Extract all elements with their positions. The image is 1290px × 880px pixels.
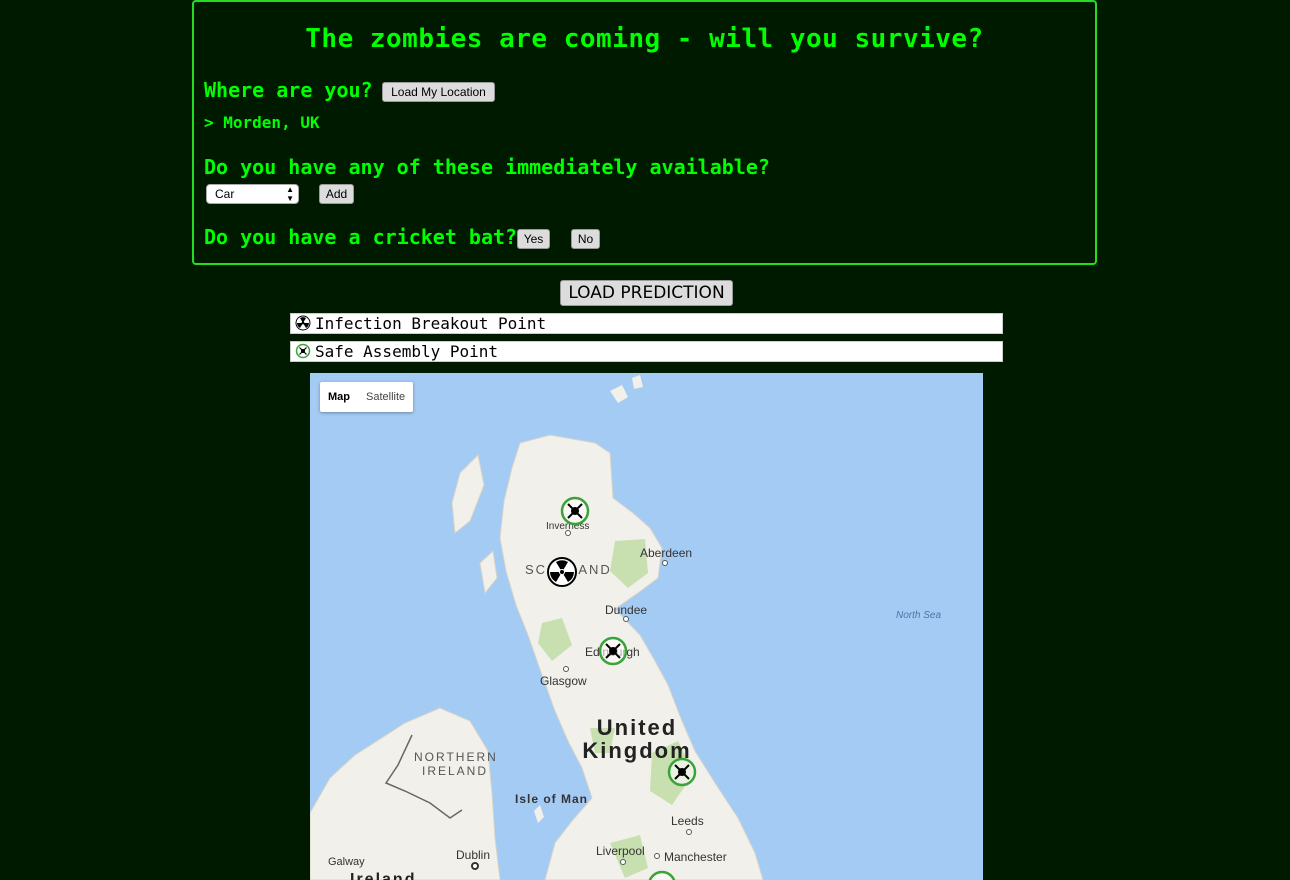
location-text: > Morden, UK bbox=[204, 113, 320, 132]
load-prediction-button[interactable]: LOAD PREDICTION bbox=[560, 280, 733, 306]
safe-marker-inverness[interactable] bbox=[560, 496, 590, 526]
map-view[interactable]: Map Satellite Inverness Aberdeen SCOTLAN… bbox=[310, 373, 983, 880]
items-question: Do you have any of these immediately ava… bbox=[204, 155, 770, 179]
map-type-map-button[interactable]: Map bbox=[320, 382, 358, 412]
label-ireland: Ireland bbox=[350, 871, 417, 880]
safe-marker-south[interactable] bbox=[647, 870, 677, 880]
select-arrows-icon: ▲ ▼ bbox=[286, 185, 294, 203]
label-liverpool: Liverpool bbox=[596, 844, 645, 858]
survey-panel: The zombies are coming - will you surviv… bbox=[192, 0, 1097, 265]
map-land bbox=[310, 375, 764, 880]
safe-marker-yorkshire[interactable] bbox=[667, 757, 697, 787]
label-leeds: Leeds bbox=[671, 814, 704, 828]
no-button[interactable]: No bbox=[571, 229, 600, 249]
label-isle-of-man: Isle of Man bbox=[515, 792, 589, 806]
biohazard-marker-scotland[interactable] bbox=[547, 557, 577, 587]
label-dundee: Dundee bbox=[605, 603, 648, 617]
legend-infection-label: Infection Breakout Point bbox=[315, 314, 547, 333]
label-galway: Galway bbox=[328, 856, 365, 868]
item-select[interactable]: Car ▲ ▼ bbox=[206, 184, 299, 204]
legend-infection: Infection Breakout Point bbox=[290, 313, 1003, 334]
bat-question: Do you have a cricket bat? bbox=[204, 225, 518, 249]
label-united: United bbox=[596, 715, 678, 740]
label-manchester: Manchester bbox=[664, 850, 727, 864]
label-dublin: Dublin bbox=[456, 848, 491, 862]
where-question: Where are you? bbox=[204, 78, 373, 102]
label-glasgow: Glasgow bbox=[540, 674, 587, 688]
biohazard-icon bbox=[295, 315, 311, 331]
label-ireland-region: IRELAND bbox=[422, 764, 489, 778]
legend-safe-label: Safe Assembly Point bbox=[315, 342, 499, 361]
safe-marker-edinburgh[interactable] bbox=[598, 636, 628, 666]
page-title: The zombies are coming - will you surviv… bbox=[305, 24, 984, 54]
label-north-sea: North Sea bbox=[896, 610, 942, 621]
label-aberdeen: Aberdeen bbox=[640, 546, 693, 560]
yes-button[interactable]: Yes bbox=[517, 229, 550, 249]
map-type-control: Map Satellite bbox=[320, 382, 414, 412]
load-location-button[interactable]: Load My Location bbox=[382, 82, 495, 102]
safe-point-icon bbox=[295, 343, 311, 359]
legend-safe: Safe Assembly Point bbox=[290, 341, 1003, 362]
item-select-value: Car bbox=[215, 187, 235, 201]
map-type-satellite-button[interactable]: Satellite bbox=[358, 382, 413, 412]
add-button[interactable]: Add bbox=[319, 184, 354, 204]
label-northern: NORTHERN bbox=[414, 750, 498, 764]
